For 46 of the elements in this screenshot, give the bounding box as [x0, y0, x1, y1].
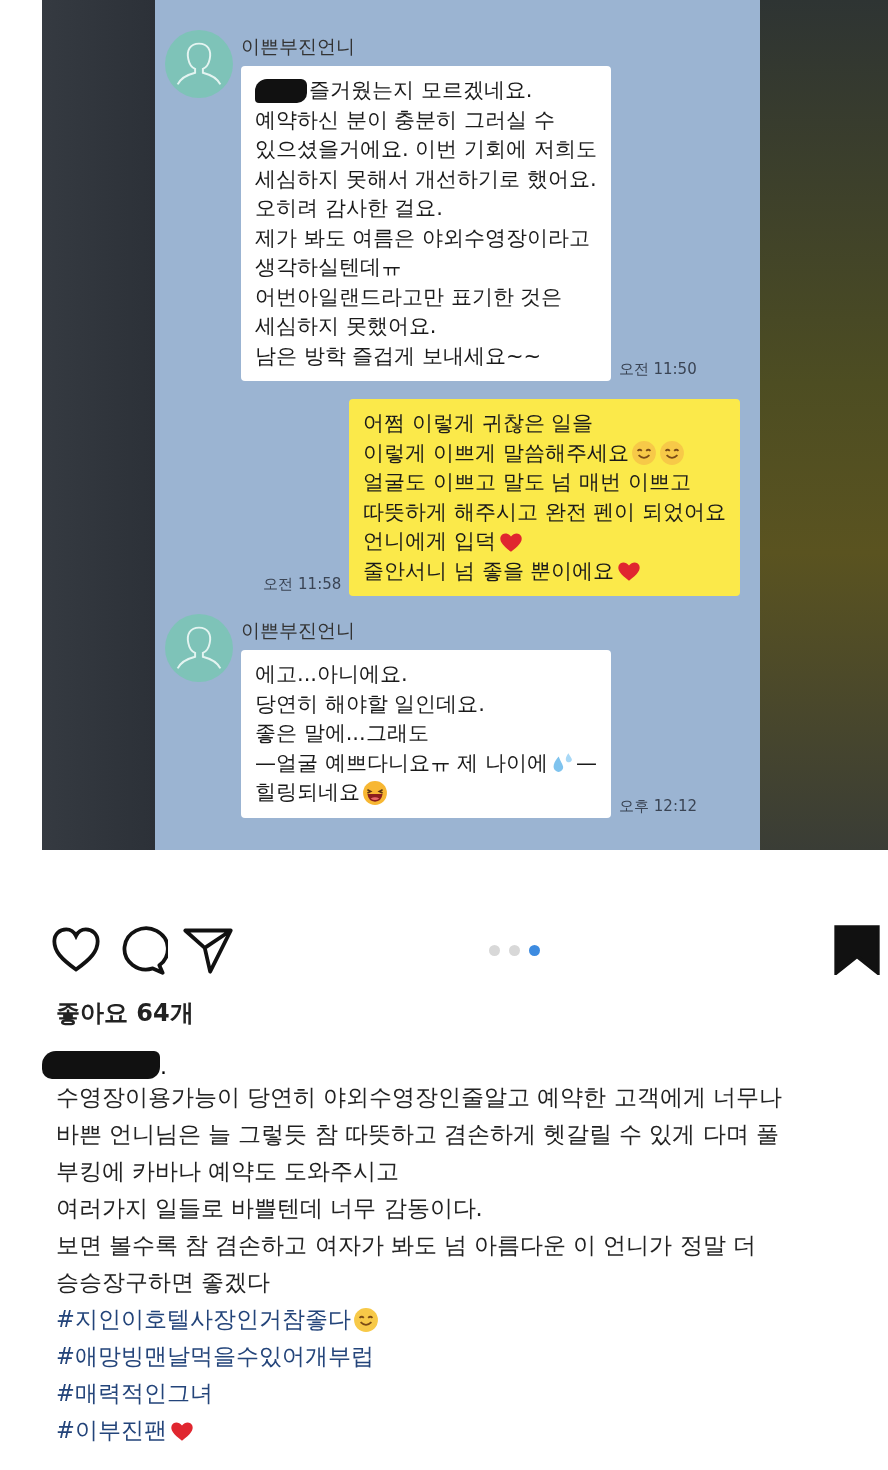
author-suffix: . [160, 1054, 167, 1079]
message-text: —얼굴 예쁘다니요ㅠ 제 나이에 [255, 749, 549, 777]
message-time: 오전 11:50 [618, 360, 697, 380]
avatar-icon [165, 614, 233, 682]
smiling-face-icon [630, 440, 657, 467]
laughing-face-icon [362, 779, 388, 806]
caption-text: 보면 볼수록 참 겸손하고 여자가 봐도 넘 아름다운 이 언니가 정말 더 [56, 1231, 757, 1260]
message-text: 있으셨을거에요. 이번 기회에 저희도 [255, 136, 597, 163]
message-time: 오후 12:12 [619, 796, 698, 817]
sender-name: 이쁜부진언니 [241, 618, 356, 643]
message-text: 얼굴도 이쁘고 말도 넘 매번 이쁘고 [363, 469, 691, 496]
message-text: 즐거웠는지 모르겠네요. [309, 77, 533, 104]
hashtag-link[interactable]: #이부진팬 [56, 1412, 167, 1449]
message-text: 언니에게 입덕 [363, 528, 496, 555]
avatar-icon [165, 30, 233, 98]
smiling-face-icon [658, 440, 685, 467]
message-text: 이렇게 이쁘게 말씀해주세요 [363, 439, 629, 467]
caption-text: 부킹에 카바나 예약도 도와주시고 [56, 1157, 401, 1186]
message-text: 어번아일랜드라고만 표기한 것은 [255, 283, 563, 311]
smiling-face-icon [352, 1306, 379, 1333]
message-text: 생각하실텐데ㅠ [255, 254, 402, 281]
message-text: 어쩜 이렇게 귀찮은 일을 [363, 410, 594, 437]
message-text: — [576, 749, 598, 777]
message-text: 세심하지 못해서 개선하기로 했어요. [255, 165, 597, 193]
hashtag-link[interactable]: #매력적인그녀 [56, 1375, 213, 1412]
message-time: 오전 11:58 [263, 575, 342, 595]
message-text: 줄안서니 넘 좋을 뿐이에요 [363, 557, 615, 585]
message-text: 에고...아니에요. [255, 661, 408, 688]
message-text: 예약하신 분이 충분히 그러실 수 [255, 106, 555, 134]
message-text: 남은 방학 즐겁게 보내세요~~ [255, 342, 542, 370]
hashtag-link[interactable]: #지인이호텔사장인거참좋다 [56, 1301, 351, 1338]
hashtag-link[interactable]: #애망빙맨날먹을수있어개부럽 [56, 1338, 374, 1375]
caption-text: 승승장구하면 좋겠다 [56, 1268, 272, 1297]
caption-text: 바쁜 언니님은 늘 그렇듯 참 따뜻하고 겸손하게 헷갈릴 수 있게 다며 풀 [56, 1120, 780, 1149]
bookmark-icon[interactable] [834, 925, 880, 975]
message-text: 세심하지 못했어요. [255, 313, 437, 340]
caption-text: 여러가지 일들로 바쁠텐데 너무 감동이다. [56, 1194, 484, 1223]
caption-text: 수영장이용가능이 당연히 야외수영장인줄알고 예약한 고객에게 너무나 [56, 1083, 783, 1112]
message-text: 따뜻하게 해주시고 완전 펜이 되었어요 [363, 498, 726, 526]
like-count: 좋아요 64개 [55, 998, 195, 1029]
sender-name: 이쁜부진언니 [241, 34, 356, 59]
message-text: 당연히 해야할 일인데요. [255, 690, 486, 718]
message-text: 제가 봐도 여름은 야외수영장이라고 [255, 224, 591, 252]
message-text: 힐링되네요 [255, 779, 360, 806]
message-text: 오히려 감사한 걸요. [255, 195, 444, 222]
message-text: 좋은 말에...그래도 [255, 720, 429, 747]
